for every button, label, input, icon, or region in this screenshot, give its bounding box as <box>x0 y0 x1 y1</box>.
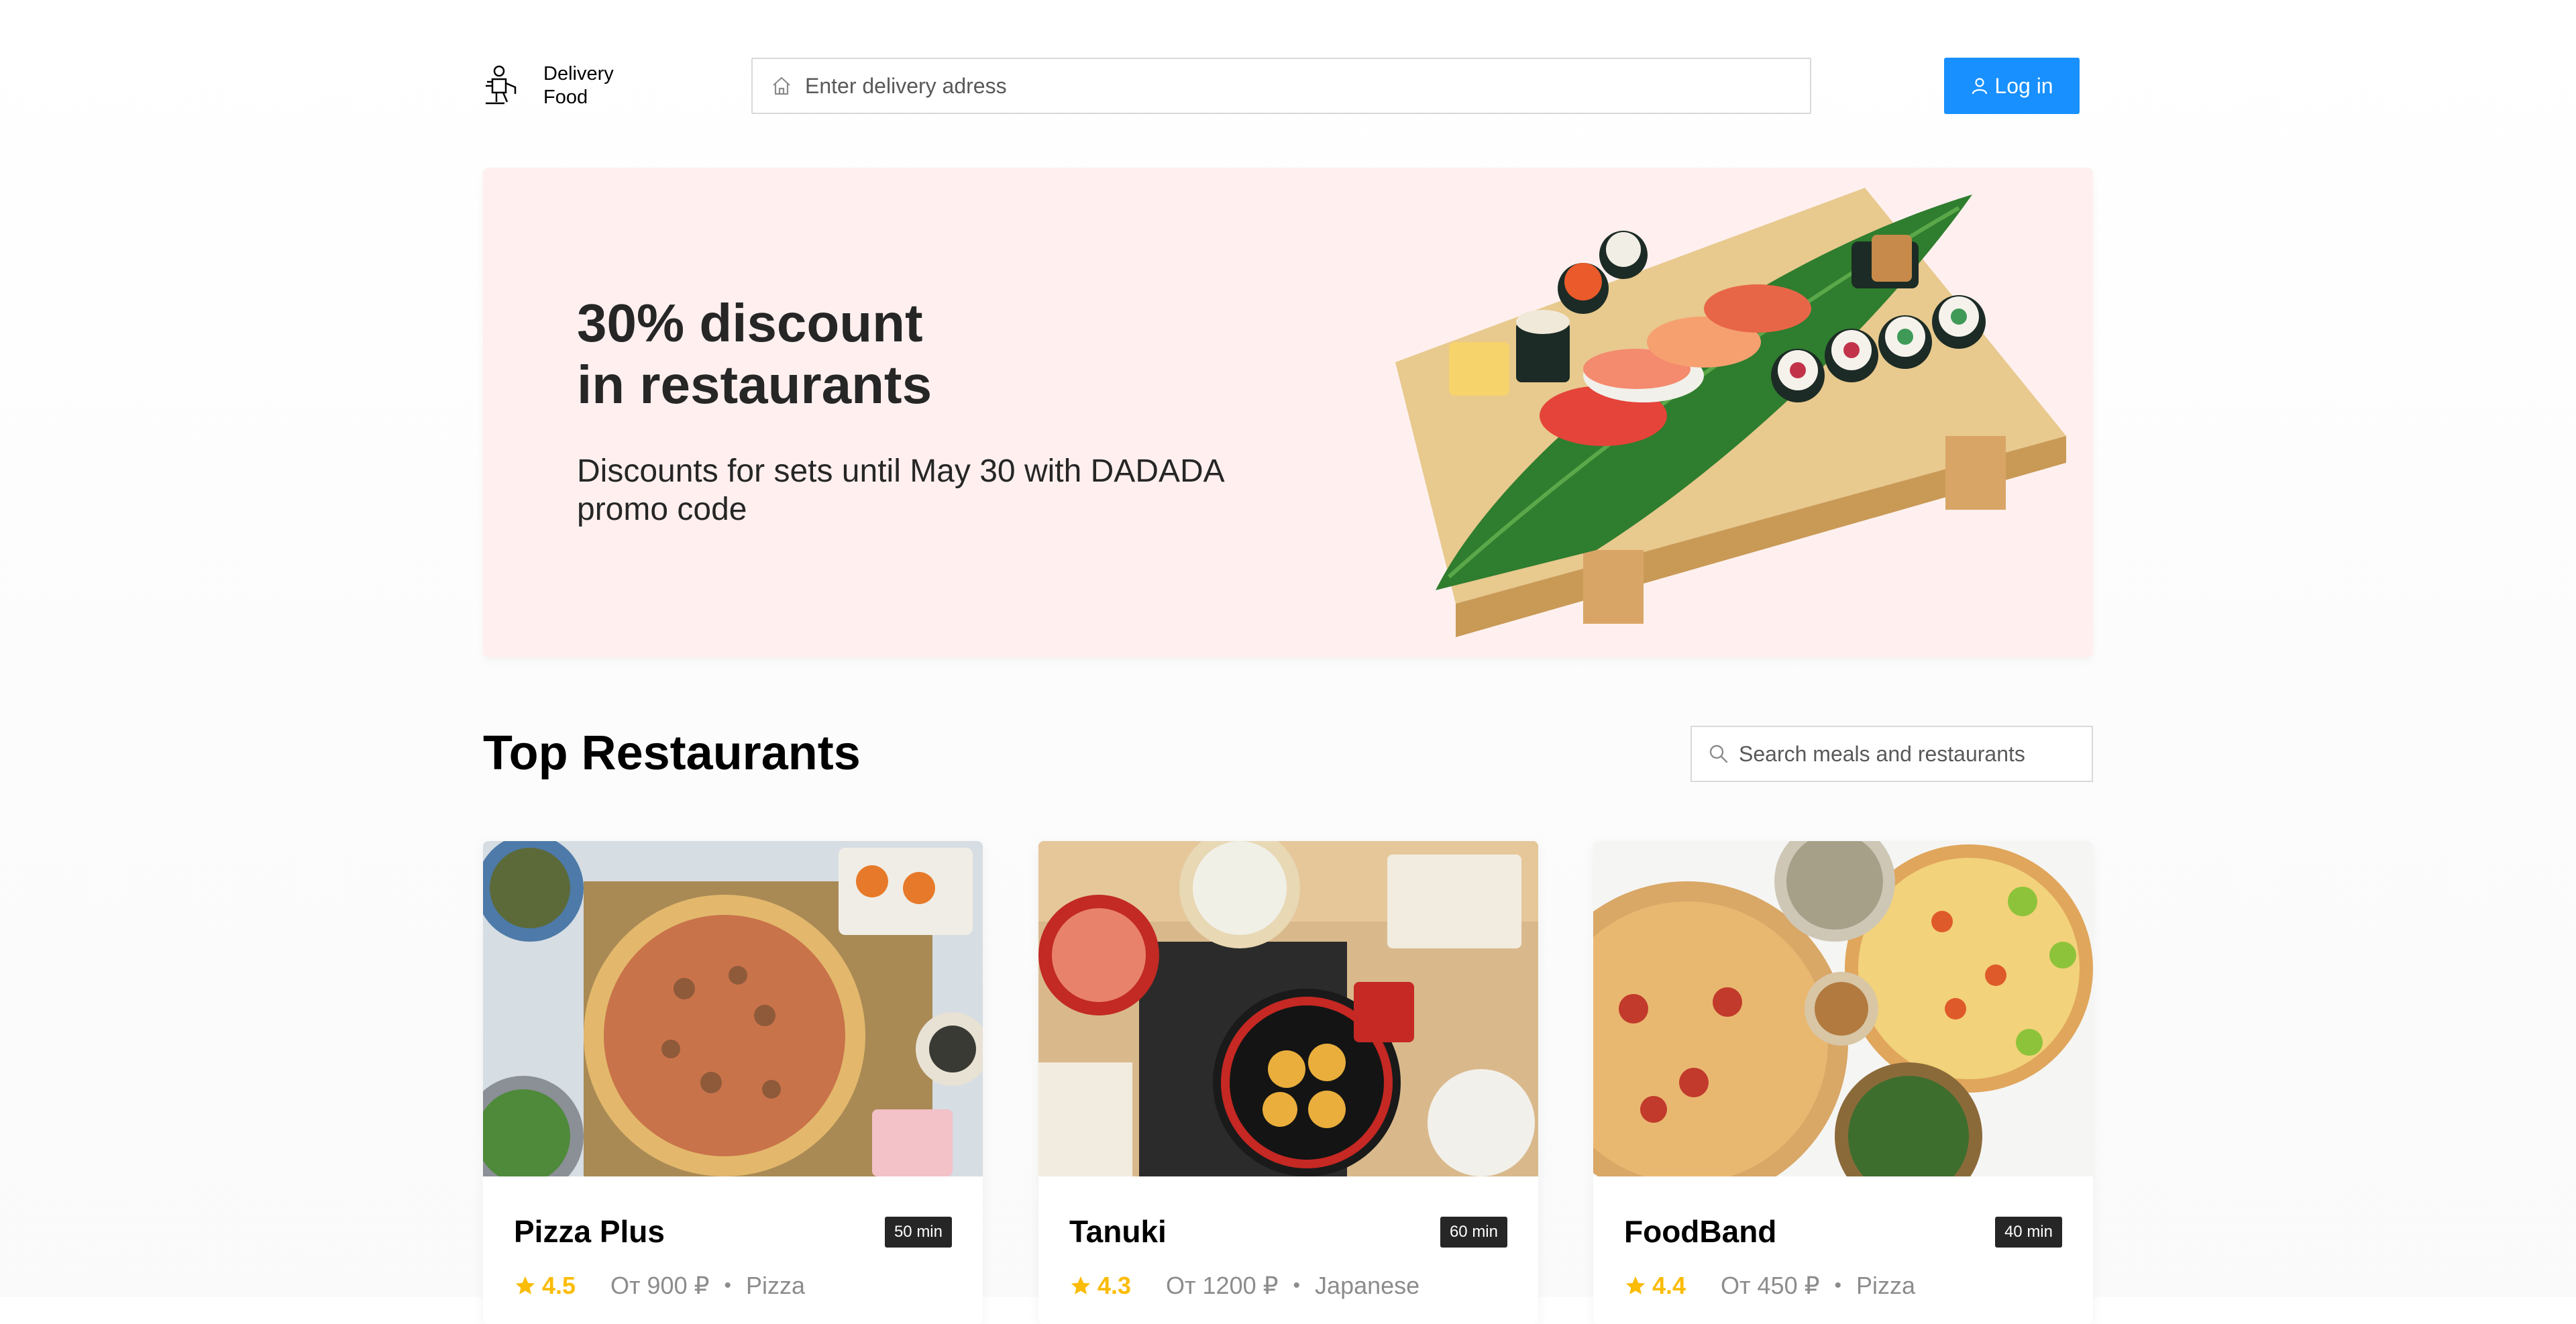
star-icon <box>515 1276 535 1294</box>
restaurant-name: Pizza Plus <box>514 1214 665 1249</box>
category: Pizza <box>1856 1272 1916 1299</box>
address-input[interactable] <box>805 73 1778 99</box>
logo-text: Delivery Food <box>543 62 614 109</box>
restaurant-card[interactable]: Pizza Plus 50 min 4.5 От 900 ₽ • Pizza <box>483 841 983 1324</box>
logo[interactable]: Delivery Food <box>483 58 614 114</box>
login-label: Log in <box>1994 73 2053 98</box>
star-icon <box>1625 1276 1646 1294</box>
courier-logo-icon <box>486 65 517 105</box>
rating: 4.3 <box>1069 1272 1131 1300</box>
delivery-time-badge: 40 min <box>1994 1217 2062 1248</box>
home-icon <box>773 76 790 95</box>
address-field[interactable] <box>751 58 1811 114</box>
restaurant-list: Pizza Plus 50 min 4.5 От 900 ₽ • Pizza T… <box>483 841 2093 1324</box>
header: Delivery Food Log in <box>483 58 2093 114</box>
star-icon <box>1071 1276 1091 1294</box>
category: Pizza <box>746 1272 806 1299</box>
delivery-time-badge: 60 min <box>1440 1217 1507 1248</box>
promo-title: 30% discount in restaurants <box>577 293 932 415</box>
rating-value: 4.5 <box>542 1272 576 1299</box>
separator-dot: • <box>1293 1274 1301 1297</box>
restaurant-image <box>483 841 983 1176</box>
login-button[interactable]: Log in <box>1944 58 2080 114</box>
search-field[interactable] <box>1690 726 2093 782</box>
restaurant-card[interactable]: Tanuki 60 min 4.3 От 1200 ₽ • Japanese <box>1038 841 1538 1324</box>
section-title: Top Restaurants <box>483 726 861 780</box>
search-icon <box>1709 744 1728 763</box>
rating-value: 4.3 <box>1097 1272 1132 1299</box>
restaurant-image <box>1593 841 2093 1176</box>
search-input[interactable] <box>1739 741 2088 767</box>
restaurant-name: FoodBand <box>1624 1214 1777 1249</box>
restaurant-card[interactable]: FoodBand 40 min 4.4 От 450 ₽ • Pizza <box>1593 841 2093 1324</box>
user-icon <box>1972 78 1988 95</box>
price: От 1200 ₽ <box>1166 1272 1279 1299</box>
category: Japanese <box>1315 1272 1420 1299</box>
separator-dot: • <box>1834 1274 1842 1297</box>
price: От 900 ₽ <box>610 1272 710 1299</box>
delivery-time-badge: 50 min <box>884 1217 952 1248</box>
separator-dot: • <box>724 1274 732 1297</box>
sushi-image <box>1395 188 2066 637</box>
logo-line1: Delivery <box>543 63 614 85</box>
rating-value: 4.4 <box>1652 1272 1686 1299</box>
restaurant-meta: 4.3 От 1200 ₽ • Japanese <box>1069 1272 1419 1300</box>
restaurant-image <box>1038 841 1538 1176</box>
restaurant-meta: 4.5 От 900 ₽ • Pizza <box>514 1272 805 1300</box>
restaurant-name: Tanuki <box>1069 1214 1167 1249</box>
rating: 4.4 <box>1624 1272 1686 1300</box>
logo-line2: Food <box>543 87 588 108</box>
promo-banner: 30% discount in restaurants Discounts fo… <box>483 168 2093 657</box>
price: От 450 ₽ <box>1721 1272 1820 1299</box>
restaurant-meta: 4.4 От 450 ₽ • Pizza <box>1624 1272 1915 1300</box>
rating: 4.5 <box>514 1272 576 1300</box>
promo-text: Discounts for sets until May 30 with DAD… <box>577 453 1224 527</box>
